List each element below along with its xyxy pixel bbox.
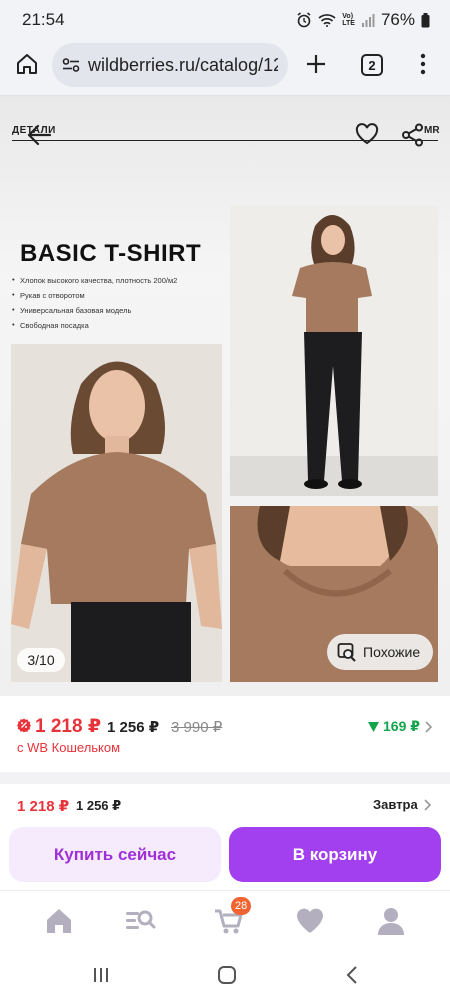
cart-badge: 28 — [231, 897, 252, 915]
feature-item: Хлопок высокого качества, плотность 200/… — [12, 275, 222, 285]
home-button-icon[interactable] — [217, 965, 237, 985]
purchase-price: 1 256 ₽ — [76, 798, 122, 813]
share-icon[interactable] — [401, 123, 425, 147]
network-label: Vo) LTE — [342, 13, 355, 27]
tab-switcher-button[interactable]: 2 — [361, 54, 383, 76]
chevron-right-icon — [424, 798, 431, 811]
battery-icon — [421, 12, 430, 27]
system-navigation — [0, 956, 450, 1000]
hero-title: BASIC T-SHIRT — [20, 240, 202, 267]
model-full-photo — [230, 206, 438, 496]
home-icon[interactable] — [16, 53, 38, 75]
feature-list: Хлопок высокого качества, плотность 200/… — [12, 275, 222, 336]
profile-icon[interactable] — [375, 905, 407, 937]
back-arrow-icon[interactable] — [26, 124, 52, 146]
old-price: 3 990 ₽ — [171, 719, 223, 736]
feature-item: Универсальная базовая модель — [12, 305, 222, 315]
bottom-navigation: 28 — [0, 890, 450, 956]
similar-search-icon — [337, 643, 356, 662]
wallet-price: 1 218 ₽ — [35, 716, 102, 737]
model-front-photo — [11, 344, 222, 682]
catalog-search-icon[interactable] — [124, 905, 156, 937]
discount-badge-icon — [17, 718, 31, 732]
product-gallery[interactable]: ДЕТАЛИ MR BASIC T-SHIRT Хлопок высокого … — [0, 96, 450, 696]
price-card: 1 218 ₽ 1 256 ₽ 3 990 ₽ с WB Кошельком 1… — [0, 696, 450, 772]
regular-price: 1 256 ₽ — [107, 719, 160, 736]
buy-now-button[interactable]: Купить сейчас — [9, 827, 221, 882]
back-button-icon[interactable] — [346, 965, 358, 985]
status-time: 21:54 — [22, 10, 65, 29]
browser-toolbar: wildberries.ru/catalog/12 2 — [0, 40, 450, 96]
signal-icon — [361, 14, 375, 27]
more-menu-icon[interactable] — [420, 53, 426, 75]
chevron-right-icon — [425, 720, 432, 733]
brand-label-right: MR — [424, 125, 440, 136]
feature-item: Свободная посадка — [12, 320, 222, 330]
section-gap — [0, 772, 450, 784]
favorite-heart-icon[interactable] — [355, 123, 379, 145]
url-text: wildberries.ru/catalog/12 — [88, 54, 278, 75]
delivery-date[interactable]: Завтра — [373, 797, 431, 812]
cashback[interactable]: 169 ₽ — [368, 718, 432, 735]
wifi-icon — [318, 14, 336, 27]
home-icon[interactable] — [43, 905, 75, 937]
similar-products-button[interactable]: Похожие — [327, 634, 433, 670]
new-tab-icon[interactable] — [306, 54, 326, 74]
down-triangle-icon — [368, 721, 379, 732]
similar-label: Похожие — [363, 644, 421, 660]
url-field[interactable]: wildberries.ru/catalog/12 — [52, 43, 288, 87]
cashback-amount: 169 ₽ — [383, 718, 420, 734]
recent-apps-icon[interactable] — [92, 966, 110, 984]
image-counter: 3/10 — [17, 648, 65, 672]
status-icons: Vo) LTE 76% — [296, 10, 430, 30]
site-settings-icon[interactable] — [62, 58, 80, 72]
wallet-note[interactable]: с WB Кошельком — [17, 740, 120, 755]
feature-item: Рукав с отворотом — [12, 290, 222, 300]
purchase-panel: 1 218 ₽ 1 256 ₽ Завтра Купить сейчас В к… — [0, 784, 450, 890]
alarm-icon — [297, 12, 311, 28]
delivery-label: Завтра — [373, 797, 418, 812]
status-bar: 21:54 Vo) LTE 76% — [0, 0, 450, 40]
battery-percent: 76% — [380, 10, 415, 29]
favorites-icon[interactable] — [294, 905, 326, 937]
purchase-wallet-price: 1 218 ₽ — [17, 798, 70, 815]
add-to-cart-button[interactable]: В корзину — [229, 827, 441, 882]
